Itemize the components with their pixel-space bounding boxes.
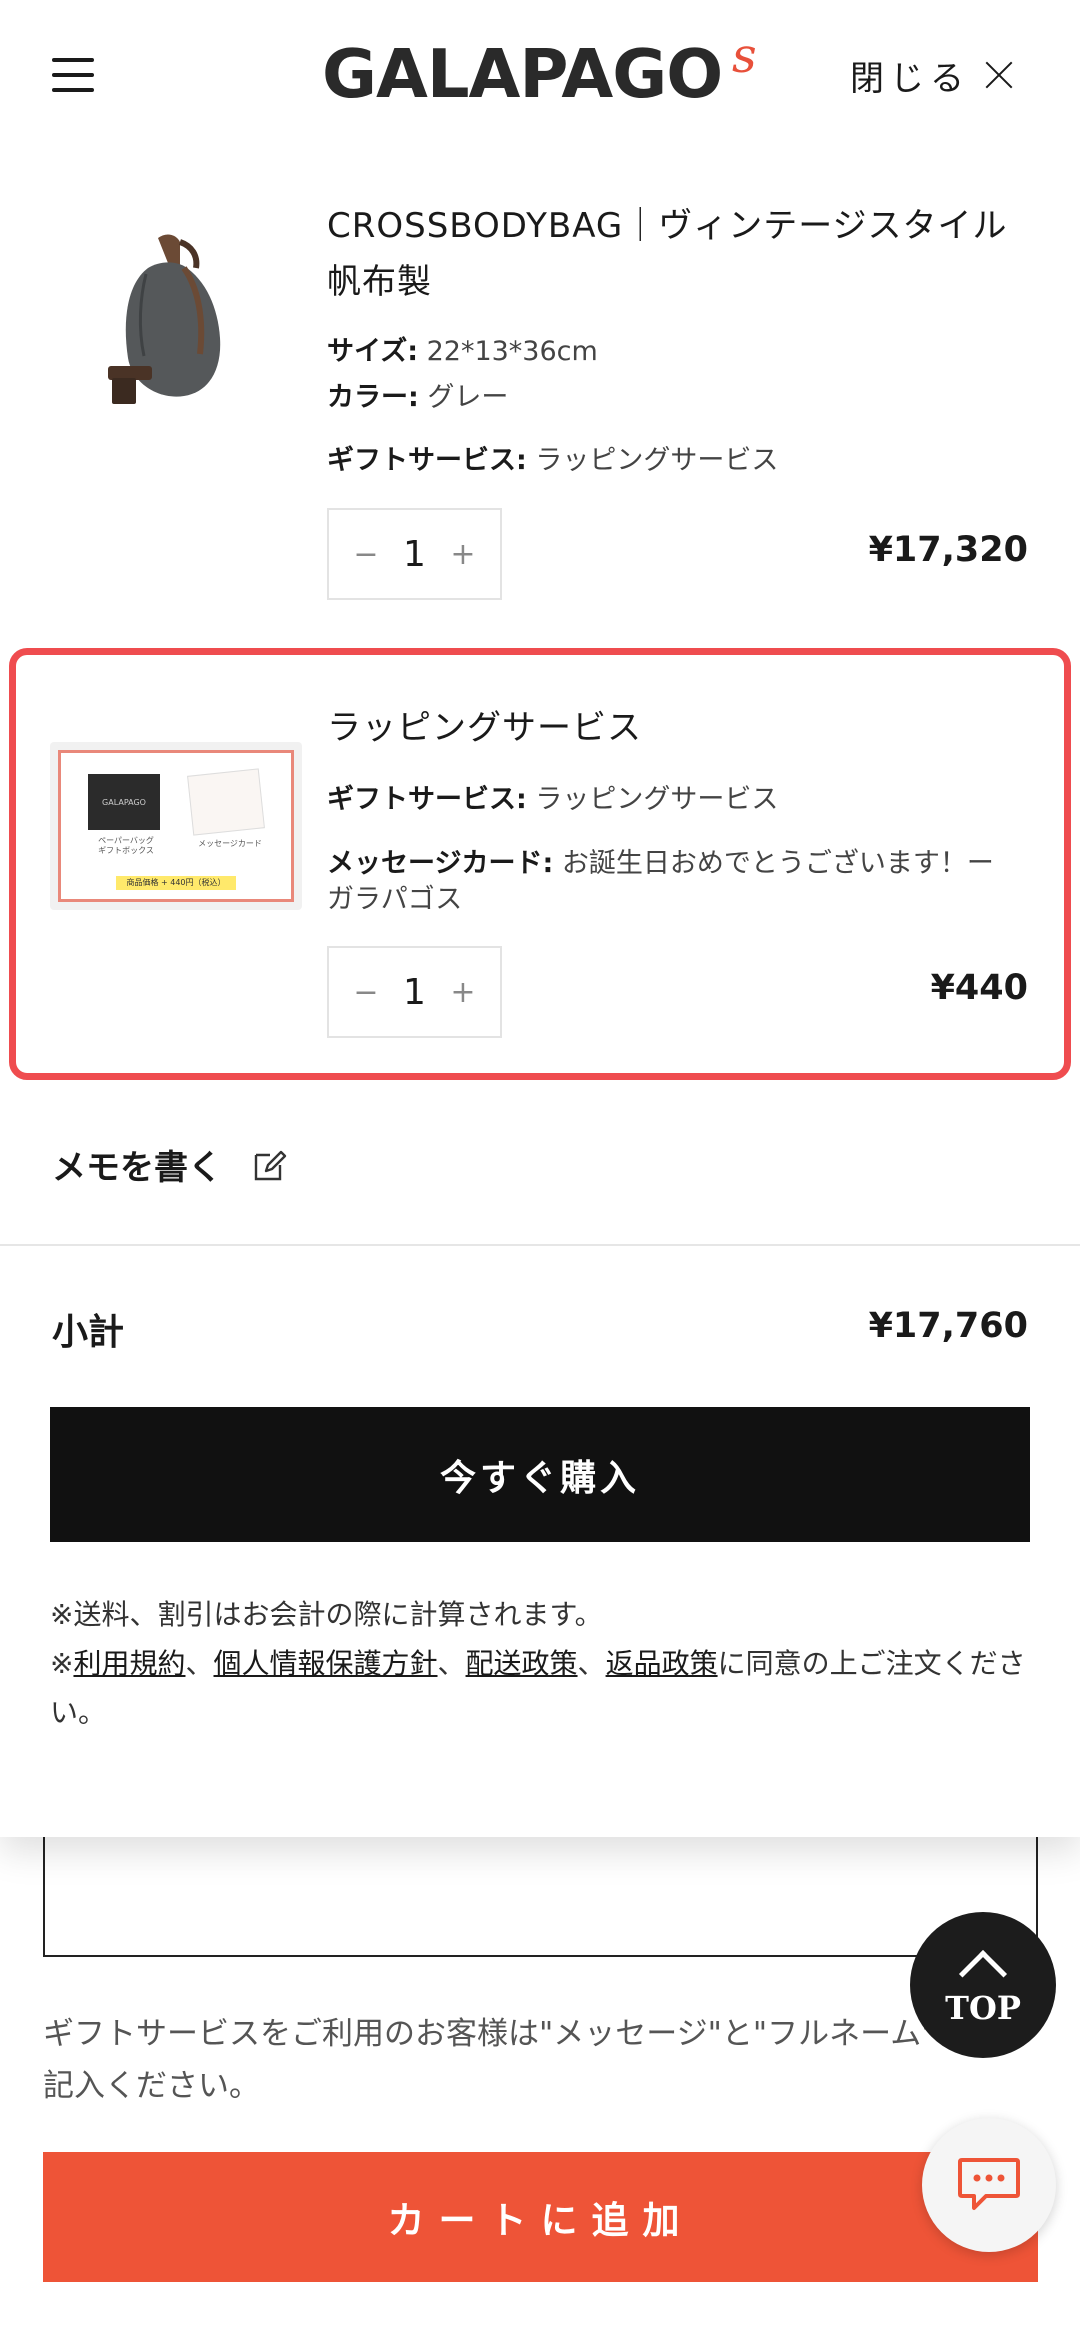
qty-increase-button[interactable]: + (448, 975, 478, 1010)
link-privacy[interactable]: 個人情報保護方針 (214, 1647, 438, 1680)
chat-button[interactable] (922, 2118, 1056, 2252)
agreement-note: ※利用規約、個人情報保護方針、配送政策、返品政策に同意の上ご注文ください。 (50, 1647, 1026, 1729)
gift-message-note: ギフトサービスをご利用のお客様は"メッセージ"と"フルネーム"をご記入ください。 (43, 2016, 998, 2104)
link-terms[interactable]: 利用規約 (73, 1647, 185, 1680)
subtotal-value: ¥17,760 (868, 1306, 1028, 1346)
qty-decrease-button[interactable]: − (351, 537, 381, 572)
image-left-caption: ペーパーバッグ ギフトボックス (98, 836, 154, 855)
cart-drawer: GALAPAGO s 閉じる CROSSBODYBAG｜ヴィンテージスタイル帆布… (0, 0, 1080, 1837)
qty-value[interactable]: 1 (403, 972, 426, 1013)
write-memo-button[interactable]: メモを書く (52, 1140, 288, 1189)
item-price: ¥17,320 (868, 530, 1028, 570)
logo-mark: s (732, 28, 757, 84)
item-prop-size: サイズ: 22*13*36cm (327, 336, 598, 367)
edit-icon (254, 1150, 287, 1180)
hamburger-menu-icon[interactable] (52, 58, 94, 92)
item-price: ¥440 (930, 968, 1028, 1008)
wrapping-service-image[interactable]: GALAPAGO ペーパーバッグ ギフトボックス メッセージカード 商品価格 +… (50, 742, 302, 910)
buy-now-button[interactable]: 今すぐ購入 (50, 1407, 1030, 1542)
item-prop-gift: ギフトサービス: ラッピングサービス (327, 784, 779, 815)
subtotal-label: 小計 (52, 1312, 125, 1353)
memo-label: メモを書く (52, 1148, 222, 1188)
crossbody-bag-image[interactable] (88, 228, 238, 418)
add-to-cart-button[interactable]: カートに追加 (43, 2152, 1038, 2282)
message-card-picture (187, 768, 265, 836)
qty-value[interactable]: 1 (403, 534, 426, 575)
product-page-background: ギフトサービスをご利用のお客様は"メッセージ"と"フルネーム"をご記入ください。… (0, 1830, 1080, 2341)
image-right-caption: メッセージカード (198, 839, 262, 848)
qty-increase-button[interactable]: + (448, 537, 478, 572)
chat-icon (958, 2158, 1020, 2210)
item-prop-color: カラー: グレー (327, 382, 509, 413)
close-label: 閉じる (850, 58, 970, 99)
item-title[interactable]: ラッピングサービス (327, 700, 1037, 756)
item-title[interactable]: CROSSBODYBAG｜ヴィンテージスタイル帆布製 (327, 198, 1037, 310)
scroll-to-top-button[interactable]: TOP (910, 1912, 1056, 2058)
qty-decrease-button[interactable]: − (351, 975, 381, 1010)
close-cart-button[interactable]: 閉じる (850, 48, 1014, 102)
quantity-stepper: − 1 + (327, 946, 502, 1038)
checkout-notes: ※送料、割引はお会計の際に計算されます。 ※利用規約、個人情報保護方針、配送政策… (50, 1590, 1040, 1737)
quantity-stepper: − 1 + (327, 508, 502, 600)
cart-header: GALAPAGO s 閉じる (0, 0, 1080, 150)
shipping-note: ※送料、割引はお会計の際に計算されます。 (50, 1598, 603, 1631)
close-icon (984, 60, 1014, 90)
gift-box-logo: GALAPAGO (88, 774, 160, 830)
item-prop-message: メッセージカード: お誕生日おめでとうございます！ーガラパゴス (327, 848, 994, 915)
item-prop-gift: ギフトサービス: ラッピングサービス (327, 445, 779, 476)
galapagos-logo[interactable]: GALAPAGO s (322, 28, 757, 114)
gift-message-textarea[interactable] (43, 1830, 1038, 1957)
link-shipping[interactable]: 配送政策 (466, 1647, 578, 1680)
divider (0, 1244, 1080, 1246)
image-price-note: 商品価格 + 440円（税込） (116, 876, 236, 890)
logo-text: GALAPAGO (322, 35, 723, 113)
link-returns[interactable]: 返品政策 (606, 1647, 718, 1680)
